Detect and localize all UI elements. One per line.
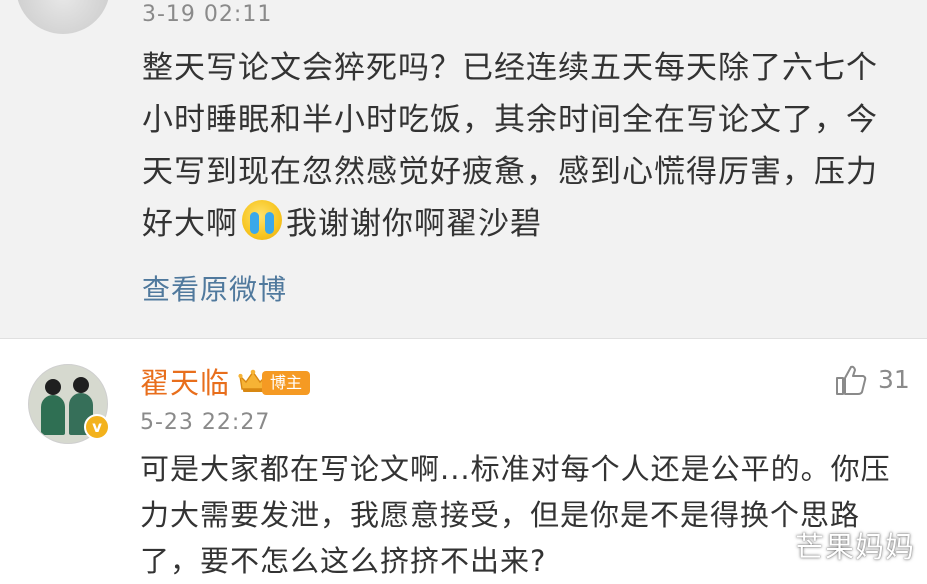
like-count: 31 [878,365,910,394]
host-badge: 博主 [262,371,311,395]
reply-text: 可是大家都在写论文啊...标准对每个人还是公平的。你压力大需要发泄，我愿意接受，… [140,452,891,578]
reply-author-name[interactable]: 翟天临 [140,360,230,402]
original-post-text: 整天写论文会猝死吗？已经连续五天每天除了六七个小时睡眠和半小时吃饭，其余时间全在… [142,42,902,250]
section-divider [0,338,927,339]
original-post-avatar[interactable] [16,0,110,34]
thumbs-up-icon[interactable] [834,364,868,396]
original-post-text-tail: 我谢谢你啊翟沙碧 [286,206,542,242]
verified-badge-icon: v [84,414,110,440]
reply-timestamp: 5-23 22:27 [140,410,271,435]
original-post-card: 3-19 02:11 整天写论文会猝死吗？已经连续五天每天除了六七个小时睡眠和半… [0,0,927,338]
original-post-timestamp: 3-19 02:11 [142,2,273,27]
crying-face-emoji-icon [242,200,282,240]
view-original-link[interactable]: 查看原微博 [142,268,287,308]
watermark: 芒果妈妈 [794,530,915,564]
